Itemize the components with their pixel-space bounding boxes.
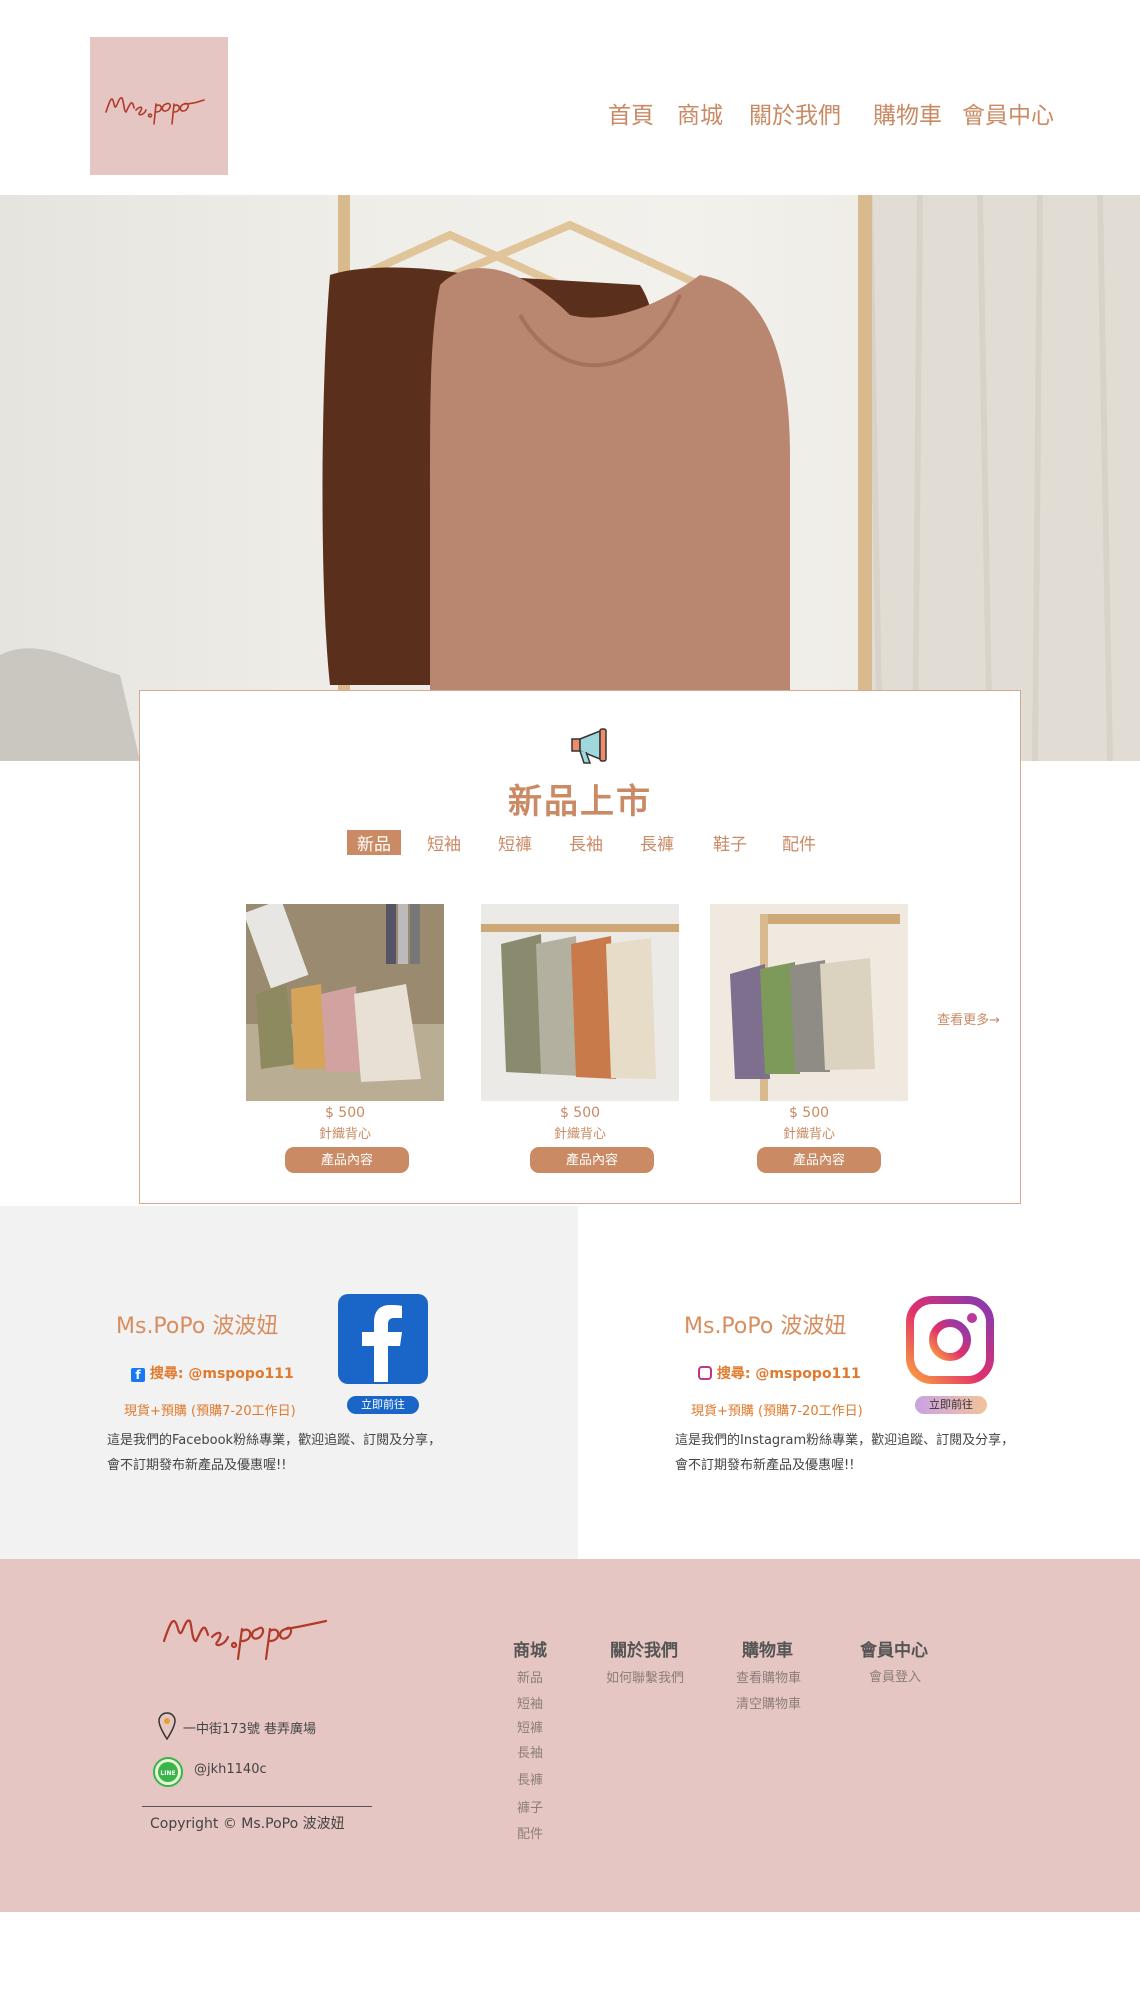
product-name: 針織背心 (318, 1127, 371, 1142)
product-image[interactable] (481, 904, 679, 1101)
location-pin-icon (158, 1712, 176, 1740)
hero-banner (0, 195, 1140, 761)
product-card[interactable] (710, 904, 908, 1101)
footer-divider (142, 1806, 372, 1807)
view-more-link[interactable]: 查看更多→ (937, 1009, 1000, 1028)
product-image[interactable] (246, 904, 444, 1101)
instagram-section: Ms.PoPo 波波妞 搜尋: @mspopo111 現貨+預購 (預購7-20… (578, 1206, 1140, 1559)
footer-link-trousers[interactable]: 褲子 (517, 1797, 543, 1816)
tab-shorts[interactable]: 短褲 (498, 830, 532, 855)
product-card[interactable] (246, 904, 444, 1101)
instagram-preorder: 現貨+預購 (預購7-20工作日) (691, 1404, 863, 1419)
footer-link-clear-cart[interactable]: 清空購物車 (736, 1693, 801, 1712)
footer-link-accessories[interactable]: 配件 (517, 1823, 543, 1842)
instagram-desc: 這是我們的Instagram粉絲專業，歡迎追蹤、訂閱及分享， 會不訂期發布新產品… (675, 1428, 1014, 1478)
instagram-search-line: 搜尋: @mspopo111 (698, 1363, 861, 1383)
product-name: 針織背心 (553, 1127, 606, 1142)
instagram-title: Ms.PoPo 波波妞 (684, 1314, 847, 1339)
facebook-desc: 這是我們的Facebook粉絲專業，歡迎追蹤、訂閱及分享， 會不訂期發布新產品及… (107, 1428, 441, 1478)
nav-home[interactable]: 首頁 (608, 96, 654, 130)
tab-pants[interactable]: 長褲 (640, 830, 674, 855)
footer-link-long-sleeve[interactable]: 長袖 (517, 1742, 543, 1761)
tab-shoes[interactable]: 鞋子 (713, 830, 747, 855)
site-footer: 一中街173號 巷弄廣場 LINE @jkh1140c Copyright © … (0, 1559, 1140, 1912)
main-nav: 首頁 商城 關於我們 購物車 會員中心 (0, 96, 1140, 130)
product-image[interactable] (710, 904, 908, 1101)
tab-long-sleeve[interactable]: 長袖 (569, 830, 603, 855)
product-card[interactable] (481, 904, 679, 1101)
facebook-handle: @mspopo111 (188, 1366, 294, 1382)
line-icon[interactable]: LINE (153, 1757, 183, 1787)
instagram-handle: @mspopo111 (755, 1366, 861, 1382)
facebook-desc-line1: 這是我們的Facebook粉絲專業，歡迎追蹤、訂閱及分享， (107, 1433, 442, 1448)
tab-accessories[interactable]: 配件 (782, 830, 816, 855)
product-detail-button[interactable]: 產品內容 (530, 1147, 654, 1173)
product-price: $ 500 (559, 1105, 601, 1121)
svg-text:LINE: LINE (160, 1770, 175, 1777)
facebook-section: Ms.PoPo 波波妞 f 搜尋: @mspopo111 現貨+預購 (預購7-… (0, 1206, 578, 1559)
new-arrivals-card: 新品上市 新品 短袖 短褲 長袖 長褲 鞋子 配件 $ 500 針織背心 產品內… (139, 690, 1021, 1204)
footer-line-id: @jkh1140c (194, 1762, 267, 1777)
megaphone-icon (571, 728, 607, 764)
product-name: 針織背心 (782, 1127, 835, 1142)
footer-link-pants[interactable]: 長褲 (517, 1769, 543, 1788)
footer-copyright: Copyright © Ms.PoPo 波波妞 (150, 1816, 345, 1832)
tab-new[interactable]: 新品 (347, 830, 401, 855)
hero-image (0, 195, 1140, 761)
footer-heading-about: 關於我們 (610, 1641, 678, 1661)
footer-link-contact[interactable]: 如何聯繫我們 (606, 1667, 684, 1686)
facebook-search-line: f 搜尋: @mspopo111 (131, 1363, 294, 1383)
facebook-desc-line2: 會不訂期發布新產品及優惠喔!! (107, 1458, 287, 1473)
facebook-small-icon: f (131, 1368, 145, 1382)
footer-link-short-sleeve[interactable]: 短袖 (517, 1693, 543, 1712)
product-price: $ 500 (788, 1105, 830, 1121)
facebook-go-button[interactable]: 立即前往 (347, 1396, 419, 1414)
facebook-title: Ms.PoPo 波波妞 (116, 1314, 279, 1339)
footer-address: 一中街173號 巷弄廣場 (183, 1722, 316, 1737)
footer-link-login[interactable]: 會員登入 (869, 1666, 921, 1685)
section-title: 新品上市 (508, 782, 652, 822)
product-price: $ 500 (324, 1105, 366, 1121)
footer-link-shorts[interactable]: 短褲 (517, 1717, 543, 1736)
footer-heading-cart: 購物車 (742, 1641, 793, 1661)
instagram-small-icon (698, 1366, 712, 1380)
footer-link-view-cart[interactable]: 查看購物車 (736, 1667, 801, 1686)
facebook-icon[interactable] (338, 1294, 428, 1384)
instagram-desc-line2: 會不訂期發布新產品及優惠喔!! (675, 1458, 855, 1473)
product-detail-button[interactable]: 產品內容 (757, 1147, 881, 1173)
nav-about[interactable]: 關於我們 (749, 96, 841, 130)
nav-shop[interactable]: 商城 (677, 96, 723, 130)
instagram-icon[interactable] (906, 1296, 994, 1384)
nav-cart[interactable]: 購物車 (873, 96, 942, 130)
tab-short-sleeve[interactable]: 短袖 (427, 830, 461, 855)
footer-logo-icon (162, 1619, 328, 1661)
instagram-desc-line1: 這是我們的Instagram粉絲專業，歡迎追蹤、訂閱及分享， (675, 1433, 1015, 1448)
facebook-search-label: 搜尋: (149, 1366, 184, 1382)
instagram-go-button[interactable]: 立即前往 (915, 1396, 987, 1414)
footer-link-new[interactable]: 新品 (517, 1667, 543, 1686)
facebook-preorder: 現貨+預購 (預購7-20工作日) (124, 1404, 296, 1419)
product-detail-button[interactable]: 產品內容 (285, 1147, 409, 1173)
footer-heading-member: 會員中心 (860, 1641, 928, 1661)
instagram-search-label: 搜尋: (716, 1366, 751, 1382)
nav-member[interactable]: 會員中心 (962, 96, 1054, 130)
footer-heading-shop: 商城 (513, 1641, 547, 1661)
